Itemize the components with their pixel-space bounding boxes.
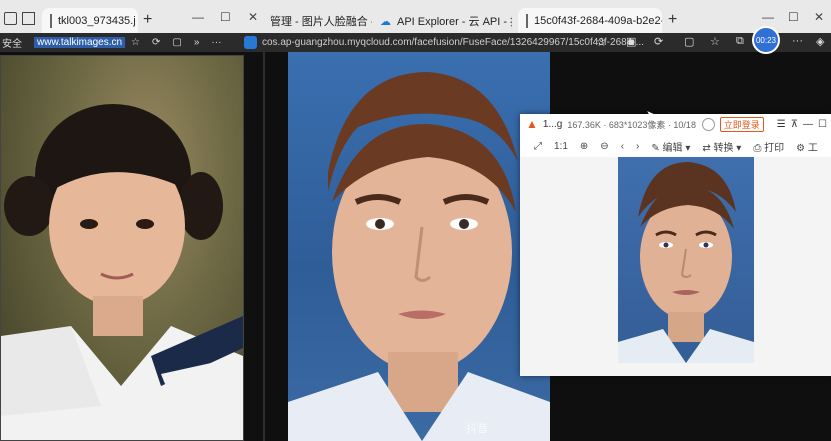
app-logo-icon: ▲ xyxy=(526,117,538,131)
new-tab-icon[interactable]: + xyxy=(668,11,677,29)
favorites-icon[interactable]: ☆ xyxy=(710,35,720,48)
recording-timer-badge[interactable]: 00:23 xyxy=(752,26,780,54)
tab-label: tkl003_973435.j xyxy=(58,14,136,27)
tab-cos-image[interactable]: 15c0f43f-2684-409a-b2e2-5d3 ✕ xyxy=(518,8,662,33)
menu-icon[interactable]: ☰ xyxy=(777,119,786,130)
print-label: 打印 xyxy=(764,142,785,154)
timer-text: 00:23 xyxy=(755,35,777,45)
maximize-icon[interactable]: ☐ xyxy=(220,10,231,24)
viewer-filename: 1...g xyxy=(542,118,563,130)
site-logo-icon xyxy=(244,36,257,49)
viewer-canvas xyxy=(520,157,831,376)
tab-label: API Explorer - 云 API - 控制台 xyxy=(397,15,512,28)
edit-button[interactable]: ✎ 编辑 ▾ xyxy=(651,139,690,154)
close-window-icon[interactable]: ✕ xyxy=(814,10,824,24)
new-tab-icon[interactable]: + xyxy=(143,11,152,29)
zoom-in-icon[interactable]: ⊕ xyxy=(580,141,588,152)
workspaces-icon[interactable] xyxy=(4,12,17,25)
extension-icon[interactable]: ▣ xyxy=(626,35,636,48)
print-button[interactable]: ⎙ 打印 xyxy=(753,139,784,154)
image-viewer-window: ▲ 1...g 167.36K · 683*1023像素 · 10/18 立即登… xyxy=(520,114,831,376)
tab-image[interactable]: tkl003_973435.j ✕ xyxy=(42,8,138,33)
fullscreen-icon[interactable]: ⤢ xyxy=(534,141,542,152)
browser-tab-strip: tkl003_973435.j ✕ + — ☐ ✕ 管理 - 图片人脸融合 - … xyxy=(0,0,831,33)
zoom-out-icon[interactable]: ⊖ xyxy=(600,141,608,152)
extension-icon[interactable]: ⟳ xyxy=(152,37,160,48)
login-button[interactable]: 立即登录 xyxy=(719,116,764,132)
split-view-icon[interactable]: ▢ xyxy=(172,37,181,48)
actual-size-icon[interactable]: 1:1 xyxy=(554,141,568,152)
next-icon[interactable]: › xyxy=(636,141,639,152)
split-view-icon[interactable]: ▢ xyxy=(684,35,694,48)
refresh-icon[interactable]: ⟳ xyxy=(654,35,663,48)
mouse-cursor-icon: ➤ xyxy=(646,109,656,121)
previous-icon[interactable]: ‹ xyxy=(621,141,624,152)
convert-label: 转换 xyxy=(713,142,734,154)
viewer-toolbar: ⤢ 1:1 ⊕ ⊖ ‹ › ✎ 编辑 ▾ ⇄ 转换 ▾ ⎙ 打印 ⚙ 工 xyxy=(520,135,831,157)
edit-label: 编辑 xyxy=(662,142,683,154)
tab-face-fusion[interactable]: 管理 - 图片人脸融合 - 人脸 xyxy=(262,8,372,33)
close-window-icon[interactable]: ✕ xyxy=(248,10,258,24)
convert-button[interactable]: ⇄ 转换 ▾ xyxy=(702,139,741,154)
minimize-icon[interactable]: — xyxy=(192,10,204,24)
collections-icon[interactable]: ⧉ xyxy=(736,35,744,48)
document-icon xyxy=(526,13,528,28)
tools-label: 工 xyxy=(807,142,818,154)
man-photo xyxy=(618,157,754,363)
tab-api-explorer[interactable]: ☁ API Explorer - 云 API - 控制台 ✕ xyxy=(372,8,512,33)
more-tools-icon[interactable]: » xyxy=(194,37,200,48)
favorite-star-icon[interactable]: ☆ xyxy=(131,37,140,48)
more-icon[interactable]: ··· xyxy=(211,37,221,48)
left-address-bar[interactable]: 安全 www.talkimages.cn ☆ ⟳ ▢ » ··· xyxy=(0,33,221,52)
minimize-icon[interactable]: — xyxy=(803,119,813,130)
fused-face-photo xyxy=(288,52,550,441)
user-avatar-icon[interactable] xyxy=(701,117,715,131)
right-address-bar[interactable]: cos.ap-guangzhou.myqcloud.com/facefusion… xyxy=(262,33,644,52)
video-watermark: 抖音 xyxy=(466,423,488,435)
security-label: 安全 xyxy=(2,39,22,50)
viewer-title-bar: ▲ 1...g 167.36K · 683*1023像素 · 10/18 立即登… xyxy=(520,114,831,134)
favorite-star-icon[interactable]: ☆ xyxy=(596,35,607,49)
viewer-file-info: 167.36K · 683*1023像素 · 10/18 xyxy=(567,119,696,130)
pin-icon[interactable]: ⊼ xyxy=(791,119,798,130)
document-icon xyxy=(50,13,52,28)
tab-label: 管理 - 图片人脸融合 - 人脸 xyxy=(270,15,372,28)
maximize-icon[interactable]: ☐ xyxy=(788,10,799,24)
tools-button[interactable]: ⚙ 工 xyxy=(796,139,818,154)
more-icon[interactable]: ··· xyxy=(792,35,803,47)
minimize-icon[interactable]: — xyxy=(762,10,774,24)
cloud-icon: ☁ xyxy=(380,15,391,28)
copilot-icon[interactable]: ◈ xyxy=(816,35,824,48)
url-text[interactable]: www.talkimages.cn xyxy=(34,37,126,48)
tab-label: 15c0f43f-2684-409a-b2e2-5d3 xyxy=(534,14,662,27)
girl-photo xyxy=(0,55,244,441)
url-text[interactable]: cos.ap-guangzhou.myqcloud.com/facefusion… xyxy=(262,37,644,48)
maximize-icon[interactable]: ☐ xyxy=(818,119,827,130)
tab-actions-icon[interactable] xyxy=(22,12,35,25)
